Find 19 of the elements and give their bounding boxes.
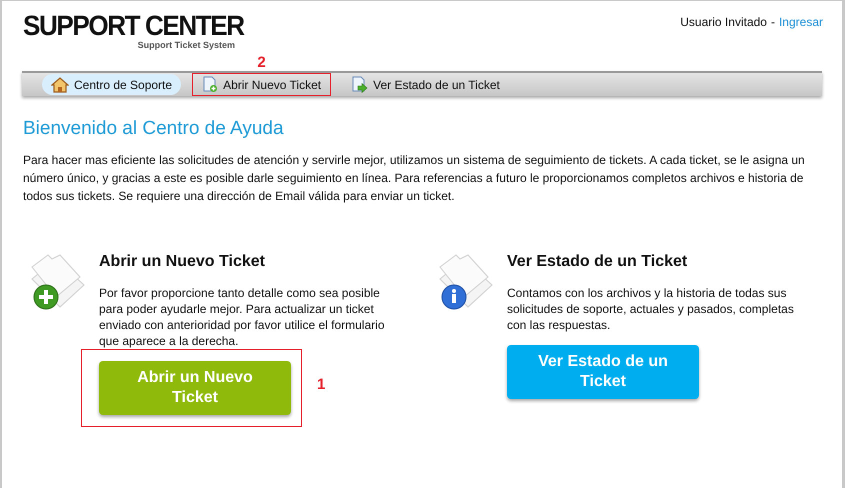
panel-title: Ver Estado de un Ticket bbox=[507, 252, 688, 272]
document-plus-icon bbox=[202, 76, 218, 93]
logo-title: SUPPORT CENTER bbox=[23, 12, 244, 40]
callout-number: 2 bbox=[257, 53, 266, 73]
panel-description: Contamos con los archivos y la historia de todas sus solicitudes de soporte, actuales y pasados, completas con las respuestas. bbox=[507, 285, 795, 333]
welcome-heading: Bienvenido al Centro de Ayuda bbox=[23, 117, 285, 141]
logo-subtitle: Support Ticket System bbox=[138, 40, 235, 50]
nav-tab[interactable]: Abrir Nuevo Ticket bbox=[193, 74, 330, 95]
panel-description: Por favor proporcione tanto detalle como sea posible para poder ayudarle mejor. Para actualizar un ticket enviado con anterioridad por favor utilice el formulario que aparece a la derecha. bbox=[99, 285, 386, 349]
callout-number: 1 bbox=[317, 375, 326, 395]
document-arrow-icon bbox=[351, 76, 368, 93]
user-name: Usuario Invitado bbox=[680, 14, 767, 31]
separator-text: - bbox=[770, 14, 775, 31]
welcome-paragraph: Para hacer mas eficiente las solicitudes de atención y servirle mejor, utilizamos un sistema de seguimiento de tickets. A cada ticket, se le asigna un número único, y gracias a este es posible darle seguimiento en línea. Para referencias a futuro le proporcionamos completos archivos e historia de todos sus tickets. Se requiere una dirección de Email válida para enviar un ticket. bbox=[23, 152, 806, 205]
nav-tab[interactable]: Ver Estado de un Ticket bbox=[342, 74, 509, 95]
nav-tab[interactable]: Centro de Soporte bbox=[42, 74, 182, 95]
login-link[interactable]: Ingresar bbox=[778, 13, 823, 31]
panel-title: Abrir un Nuevo Ticket bbox=[99, 252, 266, 272]
house-icon bbox=[51, 76, 69, 92]
